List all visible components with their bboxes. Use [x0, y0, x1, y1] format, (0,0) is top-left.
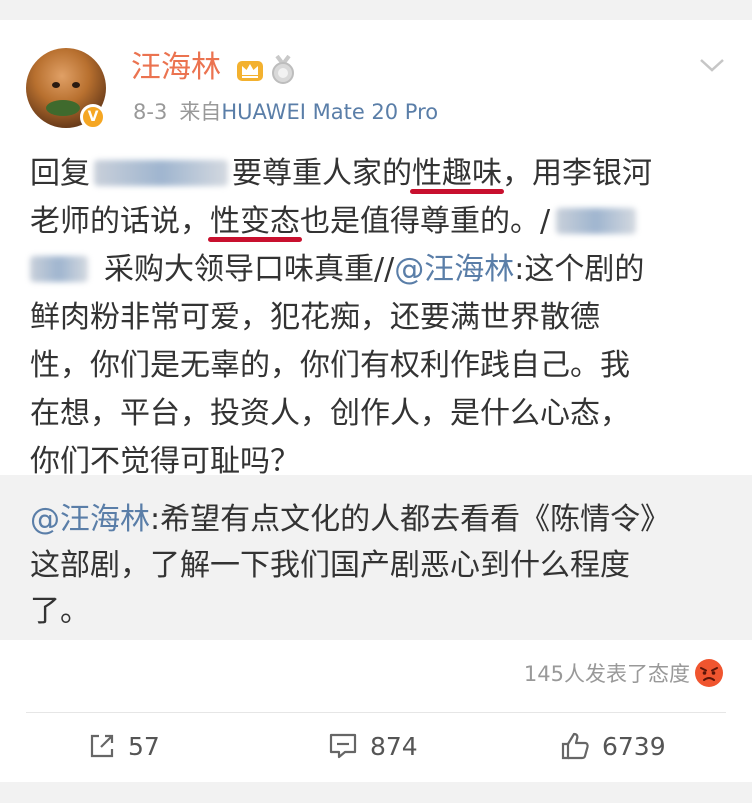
redacted-username	[94, 160, 228, 186]
redacted-username	[556, 208, 637, 234]
chevron-down-icon[interactable]	[698, 56, 726, 74]
share-icon	[90, 734, 114, 758]
post-meta: 8-3 来自HUAWEI Mate 20 Pro	[133, 98, 438, 126]
angry-face-icon[interactable]	[694, 658, 724, 688]
like-count: 6739	[602, 731, 666, 761]
original-post-line: 了。	[30, 594, 90, 629]
post-line: 老师的话说，性变态也是值得尊重的。/	[30, 198, 724, 246]
source-device[interactable]: HUAWEI Mate 20 Pro	[221, 100, 438, 124]
post-line: 在想，平台，投资人，创作人，是什么心态，	[30, 396, 630, 431]
avatar-eye	[52, 82, 60, 88]
post-body: 回复 要尊重人家的性趣味，用李银河 老师的话说，性变态也是值得尊重的。/ 采购大领…	[30, 150, 724, 486]
redacted-username	[30, 256, 88, 282]
attitudes-count[interactable]: 145人发表了态度	[524, 660, 690, 688]
comment-icon	[329, 733, 357, 759]
original-post-text: :希望有点文化的人都去看看《陈情令》	[150, 502, 671, 537]
post-text: 也是值得尊重的。/	[300, 204, 551, 239]
post-line: 性，你们是无辜的，你们有权利作践自己。我	[30, 348, 630, 383]
post-text: 回复	[30, 156, 90, 191]
comment-button[interactable]: 874	[328, 726, 418, 766]
share-button[interactable]: 57	[88, 726, 160, 766]
verified-badge-icon: V	[80, 104, 106, 130]
post-date: 8-3	[133, 100, 168, 124]
post-text: 采购大领导口味真重//	[104, 252, 395, 287]
top-gap	[0, 0, 752, 20]
post-text: :这个剧的	[514, 252, 645, 287]
original-post-line: @汪海林:希望有点文化的人都去看看《陈情令》	[30, 497, 730, 543]
avatar-eye	[72, 82, 80, 88]
mention-link[interactable]: @汪海林	[30, 502, 150, 537]
underlined-text: 性趣味	[410, 150, 504, 198]
medal-icon[interactable]	[270, 55, 296, 85]
post-text: 要尊重人家的	[232, 156, 412, 191]
original-post-line: 这部剧，了解一下我们国产剧恶心到什么程度	[30, 548, 630, 583]
post-line: 采购大领导口味真重//@汪海林:这个剧的	[30, 246, 724, 294]
thumbs-up-icon	[561, 732, 589, 760]
like-button[interactable]: 6739	[560, 726, 666, 766]
crown-icon[interactable]	[236, 57, 264, 83]
author-name[interactable]: 汪海林	[131, 50, 221, 86]
divider	[26, 712, 726, 713]
source-prefix: 来自	[179, 100, 222, 124]
original-post[interactable]: @汪海林:希望有点文化的人都去看看《陈情令》 这部剧，了解一下我们国产剧恶心到什…	[0, 475, 752, 640]
comment-count: 874	[370, 731, 418, 761]
post-line: 鲜肉粉非常可爱，犯花痴，还要满世界散德	[30, 300, 600, 335]
post-line: 回复 要尊重人家的性趣味，用李银河	[30, 150, 724, 198]
weibo-post-card: V 汪海林 8-3 来自HUAWEI Mate 20 Pro 回复 要尊重人家的性趣…	[0, 20, 752, 803]
share-count: 57	[128, 731, 160, 761]
post-text: 老师的话说，	[30, 204, 210, 239]
underlined-text: 性变态	[208, 198, 302, 246]
mention-link[interactable]: @汪海林	[394, 252, 514, 287]
post-text: ，用李银河	[502, 156, 652, 191]
bottom-gap	[0, 782, 752, 803]
avatar-leaf	[46, 100, 80, 116]
